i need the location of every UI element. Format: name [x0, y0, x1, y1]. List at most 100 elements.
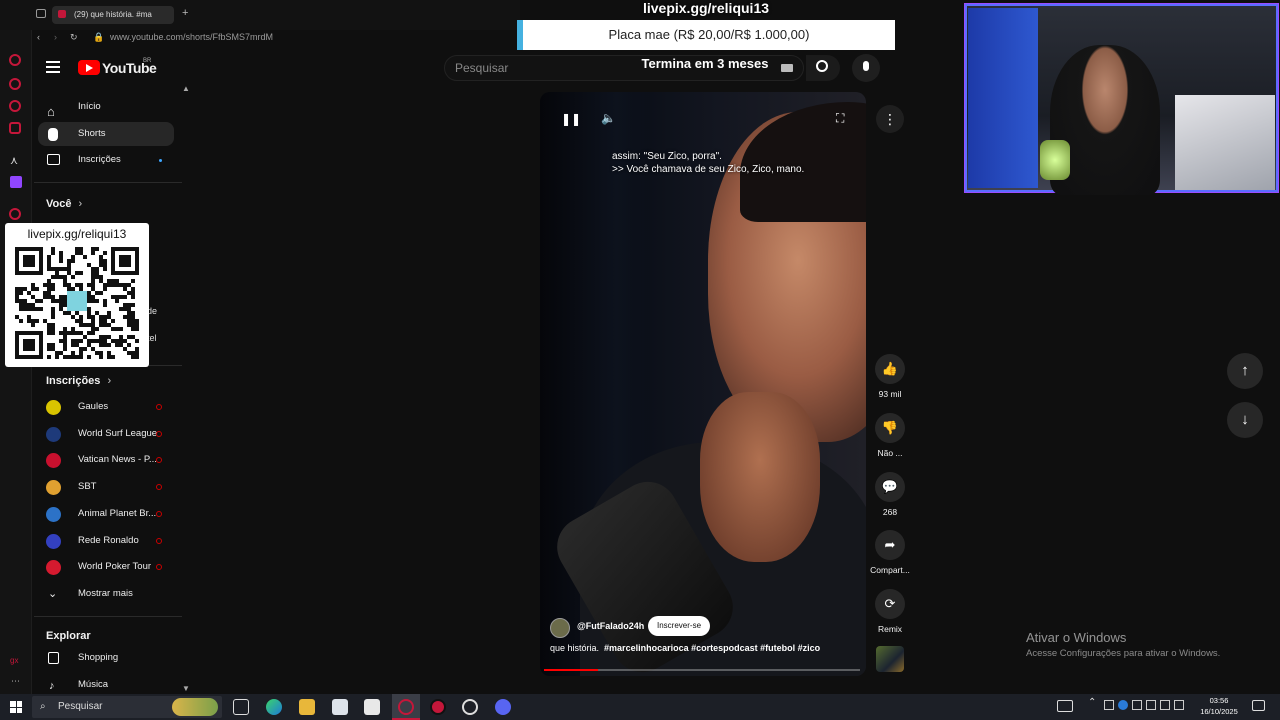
- channel-avatar: [46, 426, 61, 442]
- scroll-down-icon[interactable]: ▼: [182, 684, 190, 693]
- url-text[interactable]: www.youtube.com/shorts/FfbSMS7mrdM: [110, 26, 273, 48]
- qr-module: [91, 295, 95, 299]
- channel-avatar[interactable]: [550, 618, 570, 638]
- show-more-button[interactable]: ⌄ Mostrar mais: [38, 583, 174, 605]
- qr-module: [59, 295, 63, 299]
- more-options-button[interactable]: ⋮: [876, 105, 904, 133]
- qr-module: [127, 315, 131, 319]
- sidebar-app-icon[interactable]: [9, 122, 21, 134]
- opera-gx-icon[interactable]: [398, 699, 414, 715]
- shorts-player[interactable]: ❚❚ 🔈 ⛶ assim: "Seu Zico, porra". >> Você…: [540, 92, 866, 676]
- taskbar-search[interactable]: ⌕ Pesquisar: [32, 696, 222, 718]
- sidebar-item-shorts[interactable]: Shorts: [38, 122, 174, 146]
- progress-bar[interactable]: [544, 669, 860, 671]
- mail-icon[interactable]: [364, 699, 380, 715]
- sidebar-app-icon[interactable]: [9, 208, 21, 220]
- subscription-item[interactable]: Vatican News - P...: [38, 449, 174, 471]
- previous-short-button[interactable]: ↑: [1227, 353, 1263, 389]
- new-tab-icon[interactable]: +: [182, 7, 188, 19]
- qr-module: [107, 343, 111, 347]
- sidebar-item-label: Shopping: [78, 652, 119, 663]
- subscription-item[interactable]: Rede Ronaldo: [38, 530, 174, 552]
- volume-icon[interactable]: 🔈: [601, 111, 616, 125]
- windows-start-icon[interactable]: [10, 701, 22, 713]
- task-view-icon[interactable]: [233, 699, 249, 715]
- comment-button[interactable]: 💬 268: [868, 472, 912, 517]
- qr-module: [119, 255, 131, 267]
- subscribe-button[interactable]: Inscrever-se: [648, 616, 711, 636]
- edge-icon[interactable]: [266, 699, 282, 715]
- back-icon[interactable]: ‹: [37, 26, 40, 48]
- discord-icon[interactable]: [495, 699, 511, 715]
- subscription-item[interactable]: World Poker Tour: [38, 556, 174, 578]
- twitch-icon[interactable]: [10, 176, 22, 188]
- qr-module: [127, 311, 131, 315]
- subscription-item[interactable]: World Surf League: [38, 423, 174, 445]
- tray-icon[interactable]: [1104, 700, 1114, 710]
- forward-icon[interactable]: ›: [54, 26, 57, 48]
- reload-icon[interactable]: ↻: [70, 26, 78, 48]
- qr-module: [67, 311, 71, 315]
- notifications-icon[interactable]: [1252, 700, 1265, 711]
- qr-module: [131, 323, 135, 327]
- tab-menu-icon[interactable]: [36, 9, 46, 18]
- more-icon[interactable]: ⋯: [11, 676, 20, 687]
- sidebar-subscriptions-heading[interactable]: Inscrições ›: [46, 375, 111, 387]
- taskbar-clock[interactable]: 03:56 16/10/2025: [1196, 695, 1242, 717]
- sidebar-item-home[interactable]: ⌂ Início: [38, 95, 174, 119]
- sidebar-app-icon[interactable]: [9, 54, 21, 66]
- qr-module: [35, 319, 39, 323]
- hashtags[interactable]: #marcelinhocarioca #cortespodcast #futeb…: [604, 643, 820, 653]
- tray-icon[interactable]: [1132, 700, 1142, 710]
- sidebar-item-label: Shorts: [78, 128, 106, 139]
- store-icon[interactable]: [332, 699, 348, 715]
- youtube-logo-icon[interactable]: [78, 60, 100, 75]
- file-explorer-icon[interactable]: [299, 699, 315, 715]
- keyboard-icon[interactable]: [781, 64, 793, 72]
- sidebar-item-music[interactable]: ♪ Música: [38, 674, 174, 696]
- qr-module: [51, 299, 55, 303]
- share-icon: ➦: [875, 530, 905, 560]
- scroll-up-icon[interactable]: ▲: [182, 84, 190, 93]
- sidebar-app-icon[interactable]: ⋏: [10, 154, 22, 167]
- gx-icon[interactable]: gx: [10, 656, 18, 665]
- sidebar-app-icon[interactable]: [9, 78, 21, 90]
- tray-expand-icon[interactable]: ⌃: [1088, 697, 1096, 708]
- channel-name[interactable]: @FutFalado24h: [577, 621, 644, 631]
- qr-module: [27, 315, 31, 319]
- next-short-button[interactable]: ↓: [1227, 402, 1263, 438]
- share-button[interactable]: ➦ Compart...: [868, 530, 912, 575]
- menu-icon[interactable]: [46, 61, 60, 73]
- sidebar-you-heading[interactable]: Você ›: [46, 198, 82, 210]
- sidebar-app-icon[interactable]: [9, 100, 21, 112]
- sidebar-item-shopping[interactable]: Shopping: [38, 647, 174, 669]
- opera-icon[interactable]: [430, 699, 446, 715]
- tray-icon[interactable]: [1118, 700, 1128, 710]
- qr-module: [99, 355, 103, 359]
- pause-icon[interactable]: ❚❚: [561, 112, 581, 126]
- sidebar-item-subscriptions[interactable]: Inscrições: [38, 148, 174, 172]
- qr-module: [91, 347, 95, 351]
- search-button[interactable]: [806, 55, 840, 81]
- donation-goal-bar: Placa mae (R$ 20,00/R$ 1.000,00): [517, 20, 895, 50]
- subscription-item[interactable]: SBT: [38, 476, 174, 498]
- subscription-item[interactable]: Animal Planet Br...: [38, 503, 174, 525]
- sound-thumbnail[interactable]: [876, 646, 904, 672]
- address-bar[interactable]: ‹ › ↻ 🔒 www.youtube.com/shorts/FfbSMS7mr…: [32, 26, 512, 48]
- voice-search-button[interactable]: [852, 54, 880, 82]
- network-icon[interactable]: [1160, 700, 1170, 710]
- keyboard-layout-icon[interactable]: [1057, 700, 1073, 712]
- dislike-button[interactable]: 👎 Não ...: [868, 413, 912, 458]
- tray-icon[interactable]: [1146, 700, 1156, 710]
- remix-button[interactable]: ⟳ Remix: [868, 589, 912, 634]
- volume-icon[interactable]: [1174, 700, 1184, 710]
- fullscreen-icon[interactable]: ⛶: [836, 111, 844, 126]
- qr-module: [79, 355, 83, 359]
- obs-icon[interactable]: [462, 699, 478, 715]
- qr-module: [107, 311, 111, 315]
- qr-module: [119, 327, 123, 331]
- subscription-item[interactable]: Gaules: [38, 396, 174, 418]
- arrow-down-icon: ↓: [1241, 411, 1249, 428]
- like-button[interactable]: 👍 93 mil: [868, 354, 912, 399]
- tab-youtube[interactable]: (29) que história. #ma: [52, 6, 174, 24]
